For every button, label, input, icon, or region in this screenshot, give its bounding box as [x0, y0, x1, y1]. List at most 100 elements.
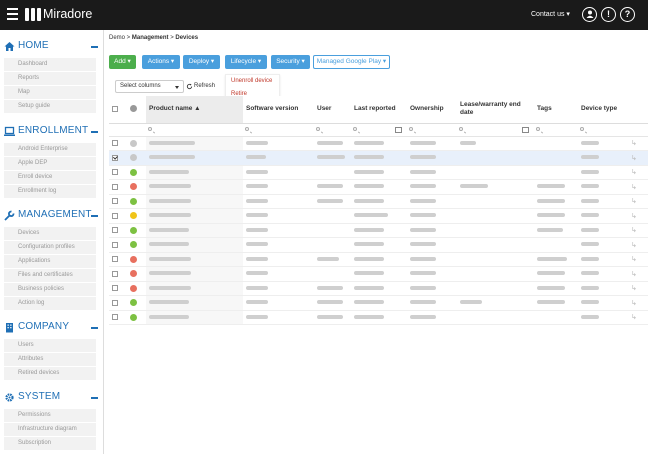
column-header-ownership[interactable]: Ownership [407, 96, 457, 124]
filter-device-type[interactable] [578, 123, 628, 137]
collapse-icon[interactable] [91, 46, 98, 48]
cell-product-name[interactable] [146, 281, 243, 296]
sidebar-item-enroll-device[interactable]: Enroll device [4, 171, 96, 184]
row-select-cell[interactable] [109, 223, 127, 238]
open-device-icon[interactable]: ↳ [631, 198, 637, 205]
filter-product-name[interactable] [146, 123, 243, 137]
row-action-cell[interactable]: ↳ [628, 150, 648, 166]
cell-product-name[interactable] [146, 223, 243, 238]
sidebar-item-android-enterprise[interactable]: Android Enterprise [4, 143, 96, 156]
sidebar-item-reports[interactable]: Reports [4, 72, 96, 85]
table-row[interactable]: ↳ [109, 295, 648, 311]
row-select-cell[interactable] [109, 237, 127, 253]
open-device-icon[interactable]: ↳ [631, 169, 637, 176]
table-row[interactable]: ↳ [109, 266, 648, 282]
breadcrumb-section[interactable]: Management [132, 35, 169, 41]
sidebar-item-infrastructure-diagram[interactable]: Infrastructure diagram [4, 423, 96, 436]
row-action-cell[interactable]: ↳ [628, 252, 648, 267]
sidebar-item-retired-devices[interactable]: Retired devices [4, 367, 96, 380]
sidebar-item-setup-guide[interactable]: Setup guide [4, 100, 96, 113]
filter-software-version[interactable] [243, 123, 314, 137]
sidebar-item-action-log[interactable]: Action log [4, 297, 96, 310]
table-row[interactable]: ↳ [109, 237, 648, 253]
sidebar-item-business-policies[interactable]: Business policies [4, 283, 96, 296]
table-row[interactable]: ↳ [109, 165, 648, 180]
cell-product-name[interactable] [146, 310, 243, 325]
cell-product-name[interactable] [146, 194, 243, 209]
managed-google-play-button[interactable]: Managed Google Play ▾ [313, 55, 390, 69]
sidebar-item-files-and-certificates[interactable]: Files and certificates [4, 269, 96, 282]
sidebar-item-enrollment-log[interactable]: Enrollment log [4, 185, 96, 198]
cell-product-name[interactable] [146, 295, 243, 311]
column-header-lease-warranty-end-date[interactable]: Lease/warranty end date [457, 96, 534, 124]
open-device-icon[interactable]: ↳ [631, 184, 637, 191]
row-action-cell[interactable]: ↳ [628, 281, 648, 296]
row-checkbox[interactable] [112, 241, 118, 248]
sidebar-item-attributes[interactable]: Attributes [4, 353, 96, 366]
cell-product-name[interactable] [146, 237, 243, 253]
cell-product-name[interactable] [146, 208, 243, 224]
column-header-software-version[interactable]: Software version [243, 96, 314, 124]
cell-product-name[interactable] [146, 252, 243, 267]
calendar-icon[interactable] [395, 127, 402, 133]
row-action-cell[interactable]: ↳ [628, 310, 648, 325]
filter-ownership[interactable] [407, 123, 457, 137]
row-checkbox[interactable] [112, 198, 118, 205]
open-device-icon[interactable]: ↳ [631, 227, 637, 234]
table-row[interactable]: ↳ [109, 281, 648, 296]
row-checkbox[interactable] [112, 212, 118, 219]
collapse-icon[interactable] [91, 327, 98, 329]
sidebar-item-dashboard[interactable]: Dashboard [4, 58, 96, 71]
row-checkbox[interactable] [112, 154, 118, 161]
column-header-product-name[interactable]: Product name ▲ [146, 96, 243, 124]
row-select-cell[interactable] [109, 295, 127, 311]
row-action-cell[interactable]: ↳ [628, 208, 648, 224]
sidebar-section-home[interactable]: HOME [4, 40, 100, 54]
header-select-all[interactable] [109, 96, 127, 124]
sidebar-item-configuration-profiles[interactable]: Configuration profiles [4, 241, 96, 254]
select-columns-dropdown[interactable]: Select columns [115, 80, 184, 93]
menu-item-unenroll-device[interactable]: Unenroll device [226, 75, 279, 88]
menu-icon[interactable] [7, 8, 18, 21]
open-device-icon[interactable]: ↳ [631, 300, 637, 307]
row-select-cell[interactable] [109, 252, 127, 267]
collapse-icon[interactable] [91, 215, 98, 217]
row-action-cell[interactable]: ↳ [628, 295, 648, 311]
add-button[interactable]: Add ▾ [109, 55, 136, 69]
user-icon[interactable] [582, 7, 597, 22]
row-action-cell[interactable]: ↳ [628, 237, 648, 253]
row-action-cell[interactable]: ↳ [628, 194, 648, 209]
open-device-icon[interactable]: ↳ [631, 140, 637, 147]
row-action-cell[interactable]: ↳ [628, 179, 648, 195]
row-select-cell[interactable] [109, 165, 127, 180]
sidebar-section-management[interactable]: MANAGEMENT [4, 209, 100, 223]
filter-last-reported[interactable] [351, 123, 407, 137]
breadcrumb-root[interactable]: Demo [109, 35, 125, 41]
table-row[interactable]: ↳ [109, 310, 648, 325]
open-device-icon[interactable]: ↳ [631, 285, 637, 292]
cell-product-name[interactable] [146, 179, 243, 195]
row-checkbox[interactable] [112, 285, 118, 292]
row-checkbox[interactable] [112, 183, 118, 190]
row-action-cell[interactable]: ↳ [628, 136, 648, 151]
actions-button[interactable]: Actions ▾ [142, 55, 180, 69]
sidebar-section-system[interactable]: SYSTEM [4, 391, 100, 405]
collapse-icon[interactable] [91, 131, 98, 133]
row-select-cell[interactable] [109, 208, 127, 224]
sidebar-section-company[interactable]: COMPANY [4, 321, 100, 335]
table-row[interactable]: ↳ [109, 136, 648, 151]
cell-product-name[interactable] [146, 165, 243, 180]
column-header-tags[interactable]: Tags [534, 96, 578, 124]
row-select-cell[interactable] [109, 310, 127, 325]
sidebar-section-enrollment[interactable]: ENROLLMENT [4, 125, 100, 139]
sidebar-item-apple-dep[interactable]: Apple DEP [4, 157, 96, 170]
row-select-cell[interactable] [109, 150, 127, 166]
open-device-icon[interactable]: ↳ [631, 213, 637, 220]
filter-lease-warranty[interactable] [457, 123, 534, 137]
row-checkbox[interactable] [112, 169, 118, 176]
collapse-icon[interactable] [91, 397, 98, 399]
open-device-icon[interactable]: ↳ [631, 271, 637, 278]
help-icon[interactable]: ? [620, 7, 635, 22]
open-device-icon[interactable]: ↳ [631, 242, 637, 249]
filter-tags[interactable] [534, 123, 578, 137]
